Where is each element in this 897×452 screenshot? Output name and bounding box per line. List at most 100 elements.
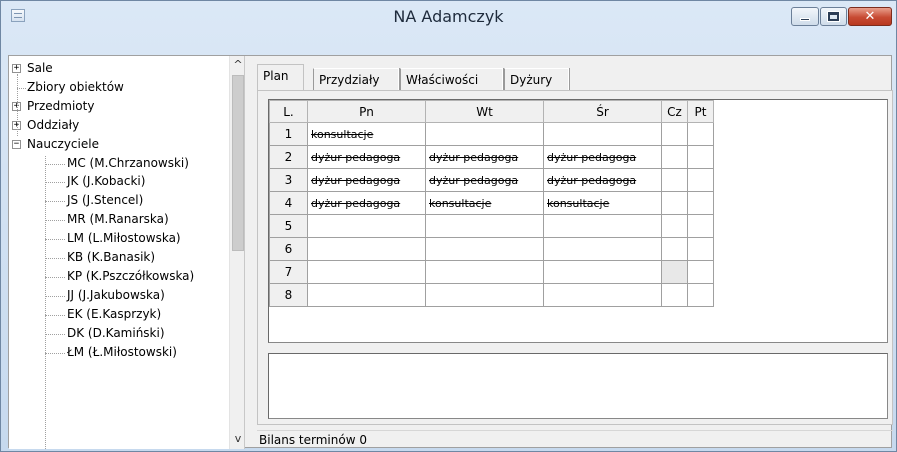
tree-connector	[45, 156, 46, 449]
details-box[interactable]	[268, 353, 888, 419]
plan-cell[interactable]: konsultacje	[425, 191, 544, 215]
plan-cell[interactable]	[687, 191, 714, 215]
tree-connector	[45, 182, 65, 184]
tree-item-label: ŁM (Ł.Miłostowski)	[67, 344, 177, 359]
tree-item-label: Nauczyciele	[27, 136, 99, 151]
plan-cell[interactable]	[661, 283, 688, 307]
plan-cell[interactable]	[543, 122, 662, 146]
tree-teacher-item[interactable]: DK (D.Kamiński)	[67, 324, 165, 342]
tree-teacher-item[interactable]: JK (J.Kobacki)	[67, 172, 145, 190]
plan-cell[interactable]: dyżur pedagoga	[425, 168, 544, 192]
tree-item-label: MC (M.Chrzanowski)	[67, 155, 189, 170]
plan-cell[interactable]: dyżur pedagoga	[543, 145, 662, 169]
plan-cell[interactable]: konsultacje	[307, 122, 426, 146]
tab-wlasciwosci[interactable]: Właściwości	[400, 68, 503, 90]
plan-cell[interactable]	[425, 283, 544, 307]
column-header[interactable]: Śr	[543, 100, 662, 123]
column-header[interactable]: Pn	[307, 100, 426, 123]
plan-cell[interactable]	[425, 237, 544, 261]
plan-cell[interactable]	[687, 214, 714, 238]
scroll-down-button[interactable]: v	[230, 430, 244, 447]
plan-cell[interactable]	[425, 122, 544, 146]
column-header[interactable]: Wt	[425, 100, 544, 123]
table-row: 8	[269, 283, 714, 307]
tree-teacher-item[interactable]: JJ (J.Jakubowska)	[67, 286, 165, 304]
tree-group-item[interactable]: Sale	[27, 59, 53, 77]
plan-cell[interactable]: dyżur pedagoga	[307, 168, 426, 192]
column-header[interactable]: Cz	[661, 100, 688, 123]
tree-teacher-item[interactable]: KP (K.Pszczółkowska)	[67, 267, 194, 285]
maximize-button[interactable]	[820, 7, 847, 26]
plan-cell[interactable]	[543, 237, 662, 261]
plan-cell[interactable]	[661, 145, 688, 169]
plan-cell[interactable]	[425, 214, 544, 238]
plan-cell[interactable]	[687, 283, 714, 307]
row-number: 7	[269, 260, 308, 284]
plan-cell[interactable]	[543, 283, 662, 307]
plan-cell[interactable]: konsultacje	[543, 191, 662, 215]
plan-cell[interactable]	[307, 260, 426, 284]
collapse-icon[interactable]: −	[12, 139, 21, 149]
tree-teacher-item[interactable]: MR (M.Ranarska)	[67, 210, 169, 228]
plan-cell[interactable]: dyżur pedagoga	[307, 145, 426, 169]
plan-cell[interactable]	[307, 214, 426, 238]
title-bar[interactable]: NA Adamczyk ✕	[1, 1, 896, 31]
tree-teacher-item[interactable]: MC (M.Chrzanowski)	[67, 154, 189, 172]
row-number: 6	[269, 237, 308, 261]
plan-cell[interactable]	[661, 122, 688, 146]
plan-cell[interactable]	[687, 237, 714, 261]
plan-cell[interactable]	[687, 122, 714, 146]
tab-plan[interactable]: Plan	[257, 64, 304, 91]
tree-connector	[45, 258, 65, 259]
tree-connector	[17, 74, 18, 136]
plan-cell[interactable]	[307, 237, 426, 261]
row-number: 8	[269, 283, 308, 307]
plan-cell[interactable]: dyżur pedagoga	[543, 168, 662, 192]
tree-item-label: MR (M.Ranarska)	[67, 212, 169, 227]
scroll-up-button[interactable]: ^	[230, 56, 244, 73]
plan-cell[interactable]	[661, 191, 688, 215]
plan-cell[interactable]	[425, 260, 544, 284]
plan-cell[interactable]	[307, 283, 426, 307]
tree-items: Sale + Zbiory obiektów Przedmioty + Oddziały +…	[9, 56, 229, 449]
plan-cell[interactable]	[661, 237, 688, 261]
tab-dyzury[interactable]: Dyżury	[504, 68, 569, 90]
plan-grid[interactable]: L. Pn Wt Śr Cz Pt 1 konsultacje 2 dyżur pedagoga…	[268, 99, 888, 343]
tree-teacher-item[interactable]: ŁM (Ł.Miłostowski)	[67, 343, 177, 361]
row-number: 1	[269, 122, 308, 146]
window-title: NA Adamczyk	[393, 7, 504, 26]
plan-cell[interactable]	[543, 260, 662, 284]
table-row: 2 dyżur pedagoga dyżur pedagoga dyżur pedag…	[269, 145, 714, 169]
minimize-button[interactable]	[791, 7, 819, 26]
tree-teacher-item[interactable]: KB (K.Banasik)	[67, 248, 155, 266]
tree-group-item[interactable]: Nauczyciele	[27, 135, 99, 153]
tree-item-label: EK (E.Kasprzyk)	[67, 306, 162, 321]
plan-cell[interactable]: dyżur pedagoga	[425, 145, 544, 169]
plan-cell[interactable]	[543, 214, 662, 238]
tab-przydzialy[interactable]: Przydziały	[313, 68, 399, 90]
tree-scrollbar[interactable]: ^ v	[229, 56, 244, 449]
tree-group-item[interactable]: Oddziały	[27, 116, 79, 134]
close-button[interactable]: ✕	[848, 7, 892, 26]
expand-icon[interactable]: +	[12, 64, 21, 73]
column-header[interactable]: L.	[269, 100, 308, 123]
tree-item-label: JS (J.Stencel)	[67, 193, 144, 208]
plan-cell[interactable]	[687, 260, 714, 284]
tree-item-label: KB (K.Banasik)	[67, 250, 156, 264]
plan-cell[interactable]	[661, 168, 688, 192]
scrollbar-thumb[interactable]	[232, 75, 244, 251]
plan-cell[interactable]	[687, 145, 714, 169]
tree-teacher-item[interactable]: LM (L.Miłostowska)	[67, 229, 181, 247]
tree-group-item[interactable]: Przedmioty	[27, 97, 94, 115]
column-header[interactable]: Pt	[687, 100, 714, 123]
tree-item-label: Przedmioty	[27, 98, 95, 113]
tree-item-label: DK (D.Kamiński)	[67, 325, 165, 340]
tree-group-item[interactable]: Zbiory obiektów	[27, 78, 124, 96]
tree-teacher-item[interactable]: JS (J.Stencel)	[67, 191, 143, 209]
plan-cell[interactable]: dyżur pedagoga	[307, 191, 426, 215]
plan-cell[interactable]	[661, 214, 688, 238]
tree-teacher-item[interactable]: EK (E.Kasprzyk)	[67, 305, 161, 323]
plan-cell[interactable]	[661, 260, 688, 284]
plan-cell[interactable]	[687, 168, 714, 192]
table-row: 4 dyżur pedagoga konsultacje konsultacje	[269, 191, 714, 215]
